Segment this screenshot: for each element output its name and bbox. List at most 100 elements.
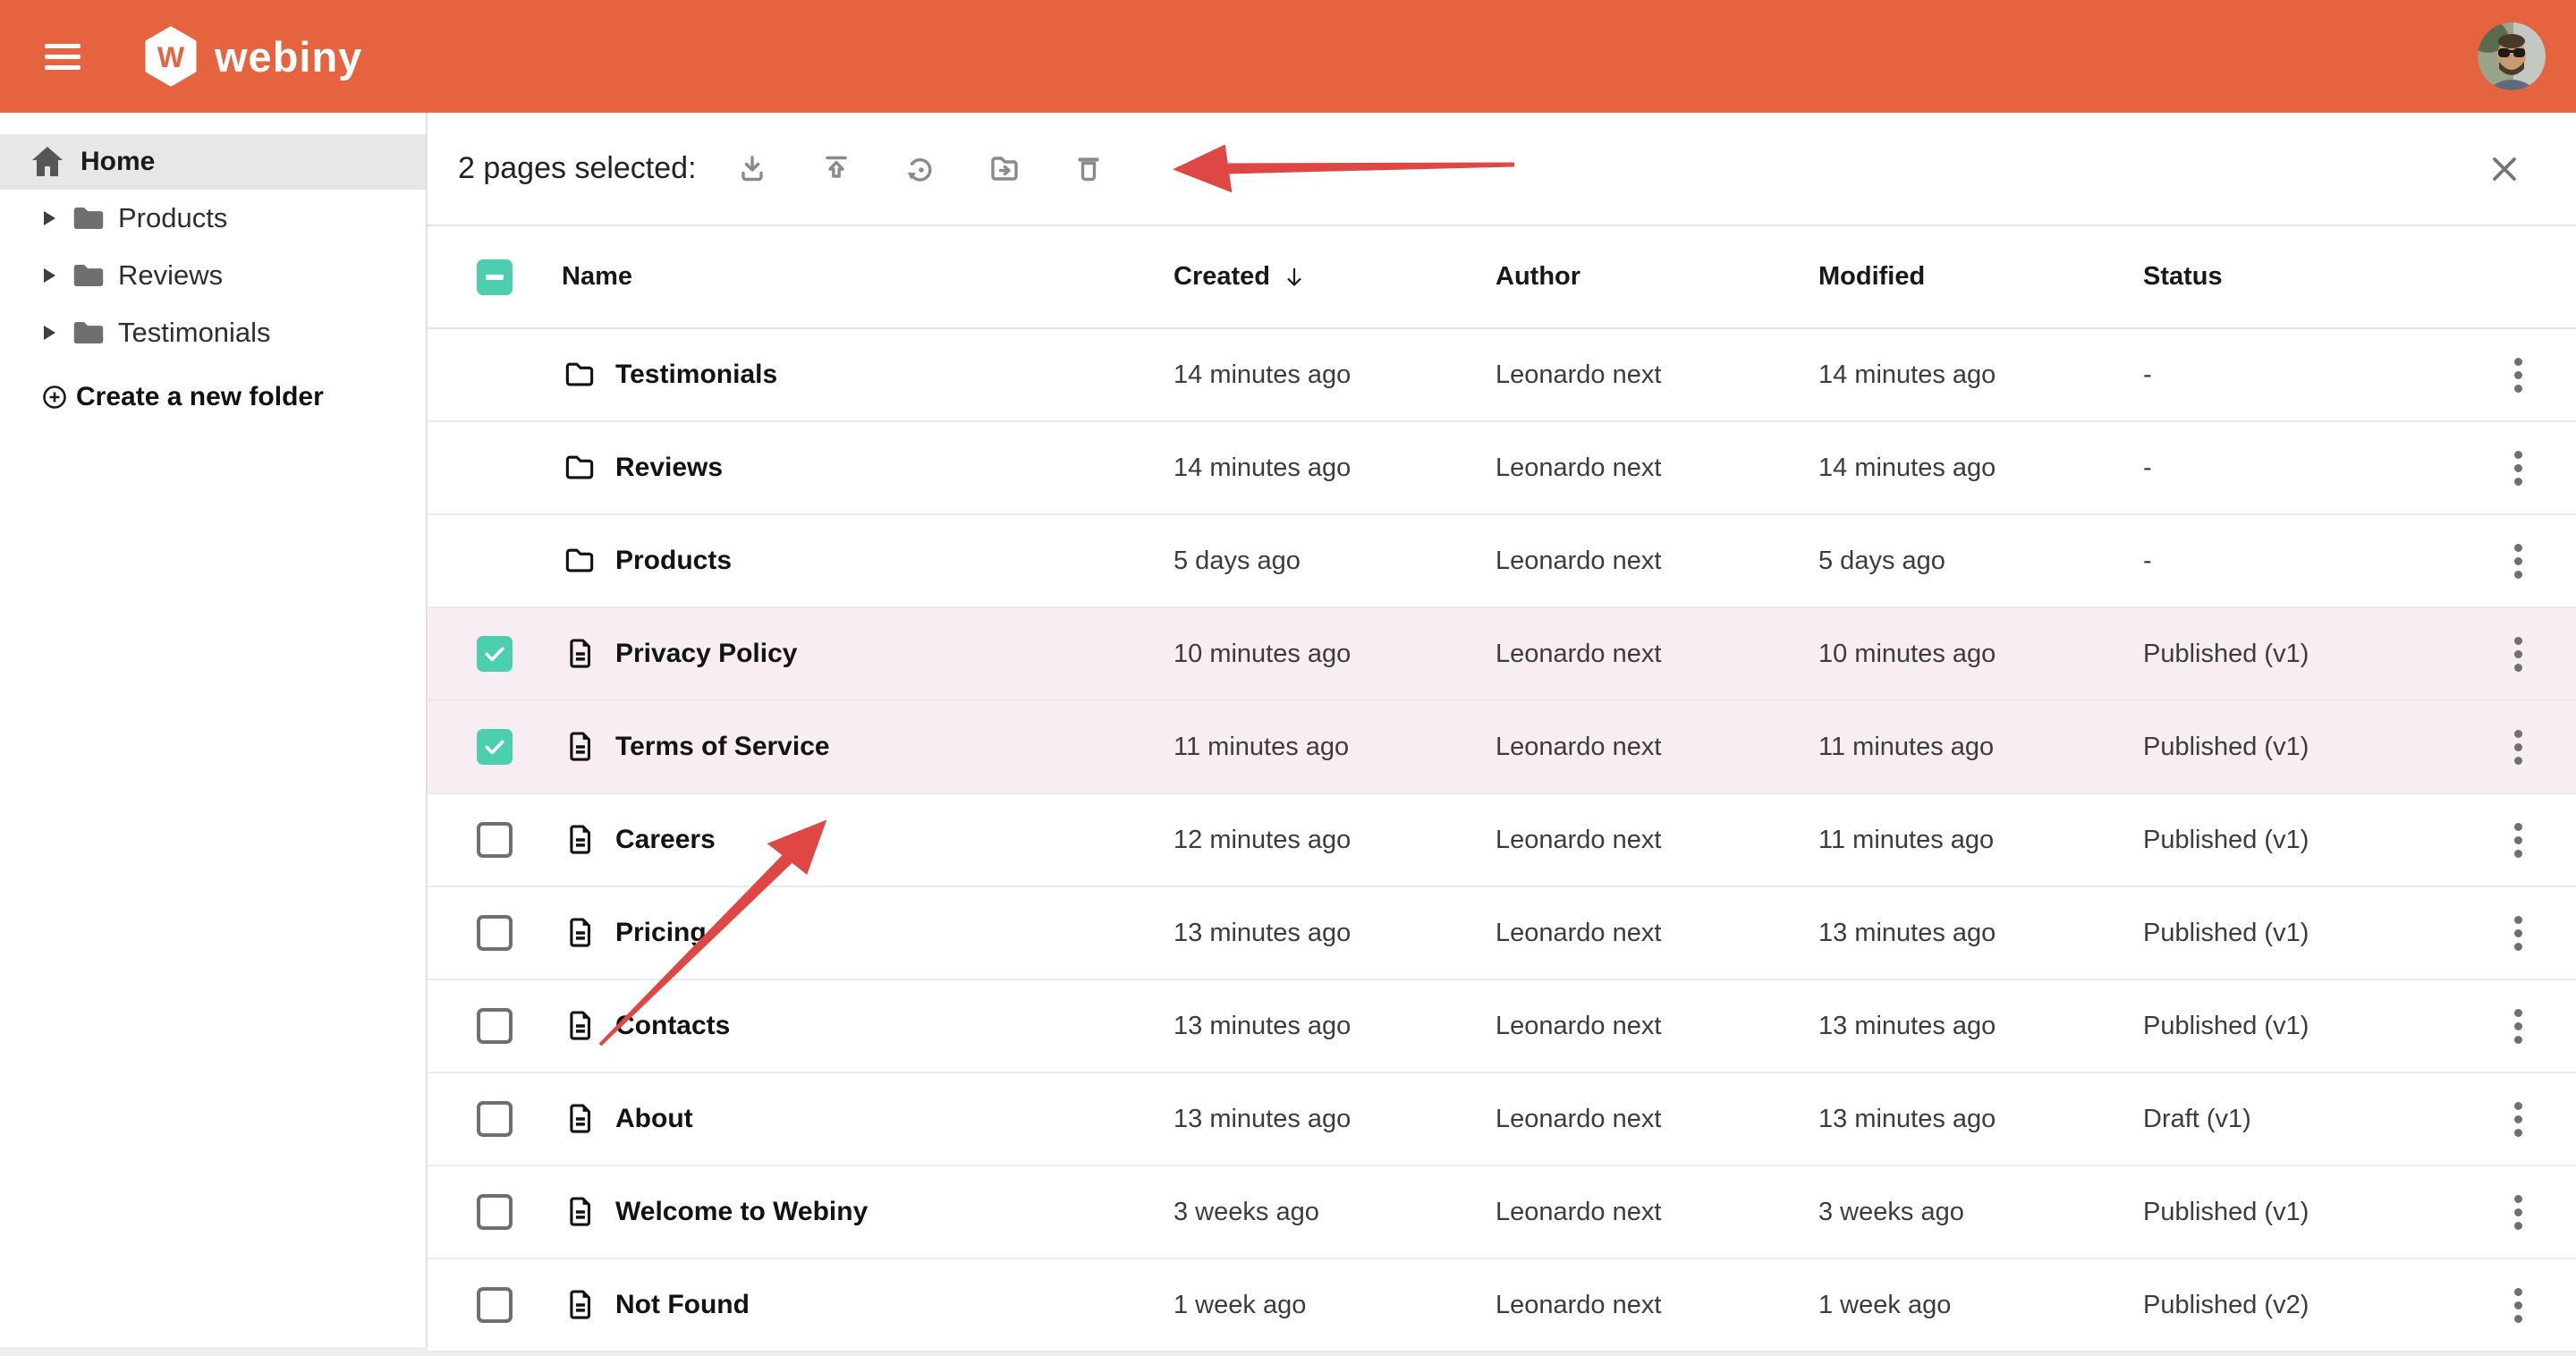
svg-text:W: W <box>157 41 185 73</box>
row-menu-button[interactable] <box>2498 355 2538 394</box>
table-row[interactable]: Testimonials 14 minutes ago Leonardo nex… <box>428 329 2576 422</box>
row-modified: 3 weeks ago <box>1818 1198 2143 1227</box>
column-header-author[interactable]: Author <box>1496 262 1818 292</box>
row-checkbox[interactable] <box>477 1194 513 1230</box>
circle-plus-icon <box>41 384 68 411</box>
select-all-checkbox[interactable] <box>477 259 513 295</box>
row-menu-button[interactable] <box>2498 541 2538 581</box>
row-status: - <box>2143 547 2476 576</box>
row-modified: 10 minutes ago <box>1818 640 2143 669</box>
table-row[interactable]: Pricing 13 minutes ago Leonardo next 13 … <box>428 887 2576 980</box>
download-button[interactable] <box>733 149 772 189</box>
delete-button[interactable] <box>1069 149 1108 189</box>
row-status: Published (v1) <box>2143 733 2476 762</box>
selection-toolbar: 2 pages selected: <box>428 113 2576 226</box>
publish-icon <box>817 149 856 189</box>
row-author: Leonardo next <box>1496 453 1818 483</box>
row-menu-button[interactable] <box>2498 1006 2538 1046</box>
row-author: Leonardo next <box>1496 919 1818 948</box>
row-menu-button[interactable] <box>2498 913 2538 953</box>
row-checkbox[interactable] <box>477 1008 513 1044</box>
sidebar-folder-label: Reviews <box>118 259 223 292</box>
row-author: Leonardo next <box>1496 826 1818 855</box>
table-row[interactable]: Terms of Service 11 minutes ago Leonardo… <box>428 701 2576 794</box>
row-menu-button[interactable] <box>2498 820 2538 860</box>
row-modified: 11 minutes ago <box>1818 733 2143 762</box>
table-row[interactable]: Welcome to Webiny 3 weeks ago Leonardo n… <box>428 1166 2576 1259</box>
restore-button[interactable] <box>901 149 940 189</box>
table-row[interactable]: Privacy Policy 10 minutes ago Leonardo n… <box>428 608 2576 701</box>
move-to-folder-button[interactable] <box>985 149 1024 189</box>
column-header-status[interactable]: Status <box>2143 262 2476 292</box>
logo-hexagon-icon: W <box>145 26 197 87</box>
table-body: Testimonials 14 minutes ago Leonardo nex… <box>428 329 2576 1352</box>
sidebar-folder-item[interactable]: Testimonials <box>0 304 426 361</box>
checkmark-icon <box>480 729 509 765</box>
sidebar-item-home[interactable]: Home <box>0 134 426 190</box>
row-name: Pricing <box>615 918 1174 948</box>
row-menu-button[interactable] <box>2498 448 2538 487</box>
annotation-arrow-toolbar <box>1161 142 1528 225</box>
sidebar-folder-item[interactable]: Products <box>0 190 426 247</box>
column-header-name[interactable]: Name <box>562 262 1174 292</box>
row-modified: 1 week ago <box>1818 1291 2143 1320</box>
row-menu-button[interactable] <box>2498 1285 2538 1325</box>
user-avatar[interactable] <box>2478 22 2546 90</box>
expand-caret-icon[interactable] <box>44 211 55 225</box>
row-checkbox[interactable] <box>477 822 513 858</box>
table-row[interactable]: Careers 12 minutes ago Leonardo next 11 … <box>428 794 2576 887</box>
created-header-label: Created <box>1174 262 1270 292</box>
row-menu-button[interactable] <box>2498 727 2538 767</box>
column-header-modified[interactable]: Modified <box>1818 262 2143 292</box>
table-row[interactable]: Reviews 14 minutes ago Leonardo next 14 … <box>428 422 2576 515</box>
row-menu-button[interactable] <box>2498 1099 2538 1139</box>
row-status: Published (v2) <box>2143 1291 2476 1320</box>
row-checkbox[interactable] <box>477 636 513 672</box>
row-name: About <box>615 1104 1174 1134</box>
sort-descending-icon <box>1281 264 1308 291</box>
expand-caret-icon[interactable] <box>44 326 55 340</box>
row-modified: 14 minutes ago <box>1818 360 2143 390</box>
row-checkbox[interactable] <box>477 729 513 765</box>
create-folder-button[interactable]: Create a new folder <box>0 372 324 422</box>
row-menu-button[interactable] <box>2498 634 2538 674</box>
row-checkbox[interactable] <box>477 1287 513 1323</box>
folder-sidebar: Home Products Reviews Testimonials Creat… <box>0 113 428 1347</box>
close-selection-button[interactable] <box>2485 149 2524 189</box>
row-name: Privacy Policy <box>615 639 1174 669</box>
expand-caret-icon[interactable] <box>44 268 55 283</box>
table-row[interactable]: Not Found 1 week ago Leonardo next 1 wee… <box>428 1259 2576 1352</box>
checkmark-icon <box>480 636 509 672</box>
trash-icon <box>1069 149 1108 189</box>
column-header-created[interactable]: Created <box>1174 262 1496 292</box>
folder-icon <box>562 543 615 579</box>
row-checkbox[interactable] <box>477 1101 513 1137</box>
sidebar-folder-item[interactable]: Reviews <box>0 247 426 304</box>
download-icon <box>733 149 772 189</box>
app-bar: W webiny <box>0 0 2576 113</box>
sidebar-folder-label: Products <box>118 202 227 234</box>
row-checkbox[interactable] <box>477 915 513 951</box>
table-row[interactable]: Products 5 days ago Leonardo next 5 days… <box>428 515 2576 608</box>
row-menu-button[interactable] <box>2498 1192 2538 1232</box>
row-created: 11 minutes ago <box>1174 733 1496 762</box>
table-row[interactable]: Contacts 13 minutes ago Leonardo next 13… <box>428 980 2576 1073</box>
row-name: Testimonials <box>615 360 1174 390</box>
row-status: Published (v1) <box>2143 1012 2476 1041</box>
bulk-actions <box>733 149 1108 189</box>
folder-icon <box>72 261 106 290</box>
hamburger-menu-icon[interactable] <box>45 44 80 70</box>
row-created: 12 minutes ago <box>1174 826 1496 855</box>
row-created: 5 days ago <box>1174 547 1496 576</box>
row-author: Leonardo next <box>1496 640 1818 669</box>
table-row[interactable]: About 13 minutes ago Leonardo next 13 mi… <box>428 1073 2576 1166</box>
row-modified: 11 minutes ago <box>1818 826 2143 855</box>
selection-count-label: 2 pages selected: <box>458 151 697 186</box>
row-created: 10 minutes ago <box>1174 640 1496 669</box>
row-name: Welcome to Webiny <box>615 1197 1174 1227</box>
row-created: 13 minutes ago <box>1174 919 1496 948</box>
row-status: Published (v1) <box>2143 640 2476 669</box>
publish-button[interactable] <box>817 149 856 189</box>
row-author: Leonardo next <box>1496 360 1818 390</box>
row-created: 1 week ago <box>1174 1291 1496 1320</box>
